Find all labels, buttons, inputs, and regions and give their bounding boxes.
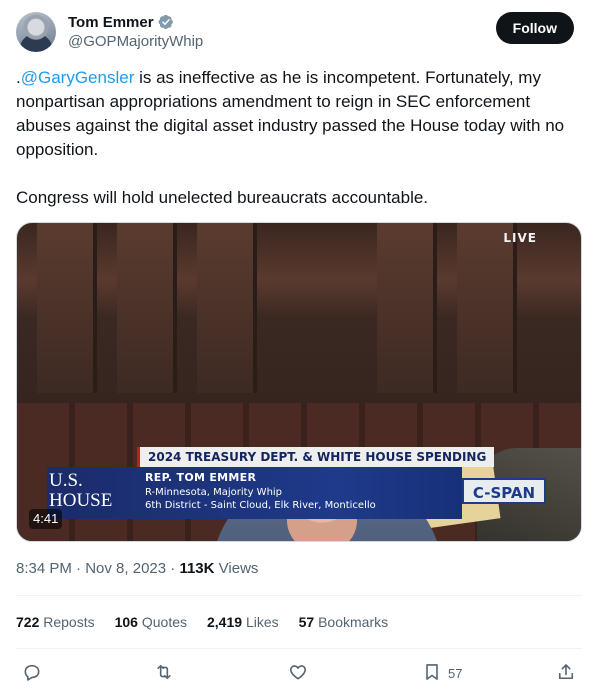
- wall-panel: [117, 223, 177, 393]
- stat-reposts-count: 722: [16, 614, 40, 630]
- reply-icon: [22, 662, 42, 685]
- share-button[interactable]: [556, 658, 576, 688]
- stat-bookmarks-count: 57: [298, 614, 315, 630]
- video-duration: 4:41: [29, 509, 63, 529]
- avatar[interactable]: [16, 12, 56, 52]
- repost-icon: [154, 662, 174, 685]
- meta-separator: ·: [166, 560, 180, 577]
- follow-button[interactable]: Follow: [495, 12, 574, 44]
- stat-bookmarks-label: Bookmarks: [318, 614, 389, 630]
- stat-reposts-label: Reposts: [43, 614, 95, 630]
- mention-link[interactable]: @GaryGensler: [21, 68, 135, 87]
- author-name[interactable]: Tom Emmer: [68, 14, 154, 31]
- live-badge: LIVE: [503, 231, 537, 245]
- action-bar: 57: [16, 658, 582, 688]
- heart-icon: [288, 662, 308, 685]
- speaker-subtitle-2: 6th District - Saint Cloud, Elk River, M…: [145, 500, 376, 511]
- house-line-2: HOUSE: [49, 490, 113, 511]
- us-house-logo: U.S. HOUSE: [49, 471, 137, 515]
- divider: [16, 595, 582, 596]
- tweet-paragraph-2: Congress will hold unelected bureaucrats…: [16, 188, 429, 207]
- stat-quotes-label: Quotes: [141, 614, 187, 630]
- wall-panel: [377, 223, 437, 393]
- author-name-row: Tom Emmer: [68, 12, 174, 32]
- wall-panel: [37, 223, 97, 393]
- tweet-time[interactable]: 8:34 PM: [16, 560, 72, 577]
- tweet-text: .@GaryGensler is as ineffective as he is…: [16, 66, 578, 210]
- video-player[interactable]: LIVE 2024 TREASURY DEPT. & WHITE HOUSE S…: [16, 222, 582, 542]
- tweet-meta: 8:34 PM · Nov 8, 2023 · 113K Views: [16, 559, 258, 579]
- share-icon: [556, 662, 576, 685]
- stat-bookmarks[interactable]: 57 Bookmarks: [299, 612, 389, 632]
- reply-button[interactable]: [22, 658, 42, 688]
- bookmark-count: 57: [448, 665, 463, 681]
- meta-separator: ·: [71, 560, 86, 577]
- stat-quotes[interactable]: 106 Quotes: [115, 612, 187, 632]
- stat-likes-label: Likes: [245, 614, 279, 630]
- lower-third-title: 2024 TREASURY DEPT. & WHITE HOUSE SPENDI…: [137, 447, 495, 467]
- stat-likes-count: 2,419: [207, 614, 243, 630]
- bookmark-button[interactable]: 57: [422, 658, 462, 688]
- house-line-1: U.S.: [49, 470, 83, 491]
- author-handle[interactable]: @GOPMajorityWhip: [68, 33, 203, 50]
- like-button[interactable]: [288, 658, 308, 688]
- speaker-subtitle-1: R-Minnesota, Majority Whip: [145, 487, 283, 498]
- speaker-name: REP. TOM EMMER: [145, 471, 257, 484]
- tweet-header: Tom Emmer @GOPMajorityWhip Follow: [16, 12, 574, 56]
- wall-panel: [197, 223, 257, 393]
- bookmark-icon: [422, 662, 442, 685]
- stat-likes[interactable]: 2,419 Likes: [207, 612, 279, 632]
- repost-button[interactable]: [154, 658, 174, 688]
- views-label: Views: [218, 560, 259, 577]
- network-logo: C-SPAN: [462, 478, 546, 504]
- engagement-stats: 722 Reposts 106 Quotes 2,419 Likes 57 Bo…: [16, 612, 388, 632]
- verified-badge-icon: [158, 14, 174, 30]
- tweet-date[interactable]: Nov 8, 2023: [85, 560, 166, 577]
- stat-quotes-count: 106: [114, 614, 138, 630]
- stat-reposts[interactable]: 722 Reposts: [16, 612, 95, 632]
- divider: [16, 648, 582, 649]
- views-count: 113K: [179, 560, 215, 577]
- lower-third-body: U.S. HOUSE REP. TOM EMMER R-Minnesota, M…: [47, 467, 462, 519]
- wall-panel: [457, 223, 517, 393]
